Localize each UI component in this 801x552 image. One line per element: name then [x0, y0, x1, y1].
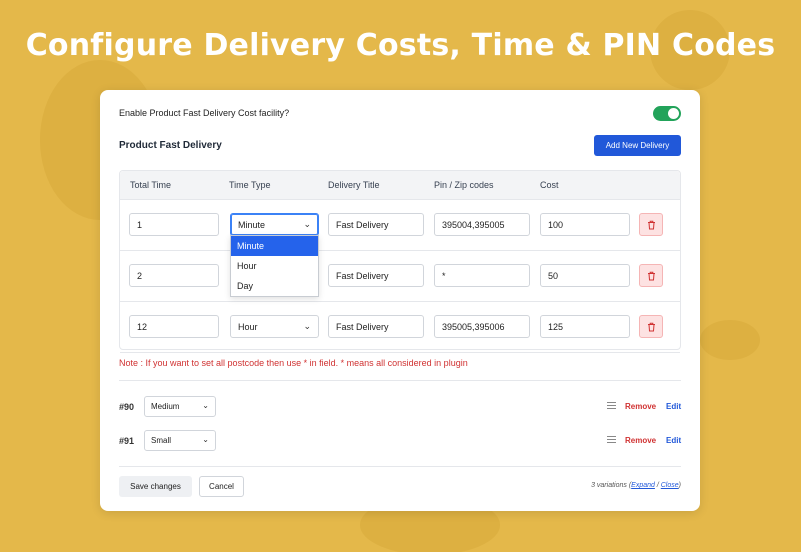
total-time-input[interactable]: 12 [129, 315, 219, 338]
close-paren: ) [678, 482, 681, 489]
remove-variation-link[interactable]: Remove [625, 436, 656, 445]
variation-size-select[interactable]: Small ⌄ [144, 430, 216, 451]
chevron-down-icon: ⌄ [303, 219, 311, 229]
variation-size-select[interactable]: Medium ⌄ [144, 396, 216, 417]
variations-count: 3 variations (Expand / Close) [591, 482, 681, 489]
total-time-input[interactable]: 1 [129, 213, 219, 236]
time-type-value: Minute [238, 220, 266, 230]
drag-handle-icon[interactable] [607, 401, 616, 410]
cancel-button[interactable]: Cancel [199, 476, 244, 497]
add-new-delivery-button[interactable]: Add New Delivery [594, 135, 681, 156]
toggle-knob [668, 108, 679, 119]
variation-size-value: Medium [151, 402, 180, 411]
variation-id: #91 [119, 436, 135, 446]
pin-codes-input[interactable]: 395005,395006 [434, 315, 530, 338]
variations-count-text: 3 variations ( [591, 482, 632, 489]
time-type-value: Hour [238, 322, 258, 332]
trash-icon [647, 322, 655, 331]
divider [119, 380, 681, 381]
postcode-note: Note : If you want to set all postcode t… [119, 358, 468, 368]
variation-size-value: Small [151, 436, 172, 445]
section-title: Product Fast Delivery [119, 140, 222, 151]
variation-row: #91 Small ⌄ Remove Edit [119, 430, 681, 452]
delivery-title-input[interactable]: Fast Delivery [328, 213, 424, 236]
chevron-down-icon: ⌄ [202, 401, 209, 410]
delete-row-button[interactable] [639, 315, 663, 338]
pin-codes-input[interactable]: 395004,395005 [434, 213, 530, 236]
variation-row: #90 Medium ⌄ Remove Edit [119, 396, 681, 418]
chevron-down-icon: ⌄ [303, 321, 311, 331]
delete-row-button[interactable] [639, 213, 663, 236]
dropdown-option-minute[interactable]: Minute [231, 236, 318, 256]
delivery-title-input[interactable]: Fast Delivery [328, 315, 424, 338]
cost-input[interactable]: 125 [540, 315, 630, 338]
delivery-table: Total Time Time Type Delivery Title Pin … [119, 170, 681, 353]
enable-fast-delivery-label: Enable Product Fast Delivery Cost facili… [119, 108, 290, 118]
background-shape [700, 320, 760, 360]
chevron-down-icon: ⌄ [202, 435, 209, 444]
column-header-delivery-title: Delivery Title [328, 180, 380, 190]
drag-handle-icon[interactable] [607, 435, 616, 444]
enable-fast-delivery-toggle[interactable] [653, 106, 681, 121]
table-header: Total Time Time Type Delivery Title Pin … [120, 171, 680, 200]
variation-id: #90 [119, 402, 135, 412]
cost-input[interactable]: 100 [540, 213, 630, 236]
table-row: 2 Fast Delivery * 50 [120, 251, 680, 302]
trash-icon [647, 271, 655, 280]
page-headline: Configure Delivery Costs, Time & PIN Cod… [25, 28, 776, 63]
trash-icon [647, 220, 655, 229]
column-header-pin-codes: Pin / Zip codes [434, 180, 494, 190]
column-header-cost: Cost [540, 180, 559, 190]
total-time-input[interactable]: 2 [129, 264, 219, 287]
settings-card: Enable Product Fast Delivery Cost facili… [100, 90, 700, 511]
table-row: 12 Hour ⌄ Fast Delivery 395005,395006 12… [120, 302, 680, 353]
time-type-dropdown: Minute Hour Day [230, 235, 319, 297]
column-header-total-time: Total Time [130, 180, 172, 190]
delete-row-button[interactable] [639, 264, 663, 287]
edit-variation-link[interactable]: Edit [666, 402, 681, 411]
expand-link[interactable]: Expand [631, 482, 655, 489]
edit-variation-link[interactable]: Edit [666, 436, 681, 445]
pin-codes-input[interactable]: * [434, 264, 530, 287]
remove-variation-link[interactable]: Remove [625, 402, 656, 411]
delivery-title-input[interactable]: Fast Delivery [328, 264, 424, 287]
close-link[interactable]: Close [661, 482, 679, 489]
column-header-time-type: Time Type [229, 180, 271, 190]
dropdown-option-hour[interactable]: Hour [231, 256, 318, 276]
divider [119, 466, 681, 467]
dropdown-option-day[interactable]: Day [231, 276, 318, 296]
time-type-select[interactable]: Minute ⌄ [230, 213, 319, 236]
time-type-select[interactable]: Hour ⌄ [230, 315, 319, 338]
cost-input[interactable]: 50 [540, 264, 630, 287]
table-row: 1 Minute ⌄ Fast Delivery 395004,395005 1… [120, 200, 680, 251]
save-changes-button[interactable]: Save changes [119, 476, 192, 497]
